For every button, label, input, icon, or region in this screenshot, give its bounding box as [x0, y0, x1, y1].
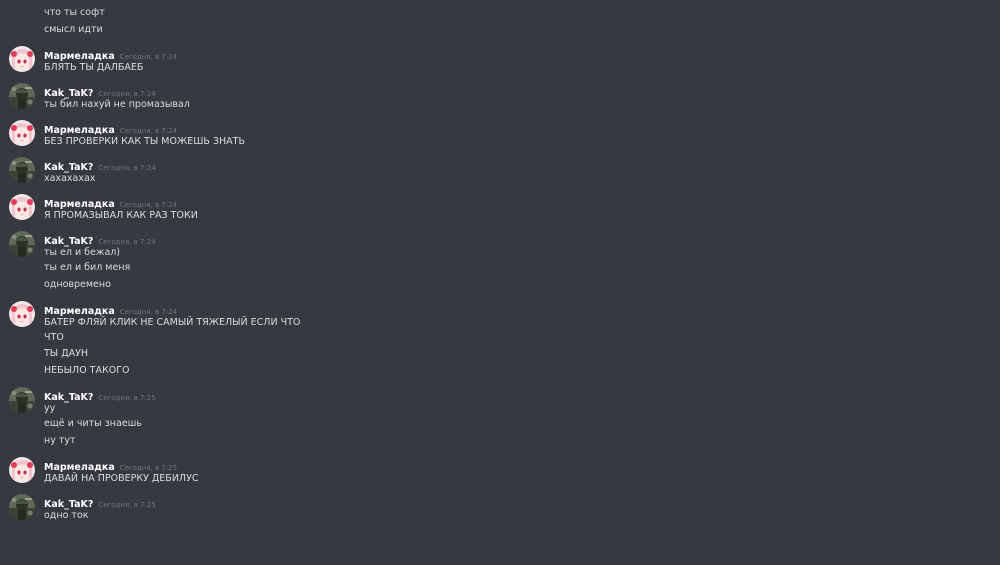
message-timestamp: Сегодня, в 7:24 [119, 53, 178, 62]
message-text: одно ток [44, 510, 89, 522]
anime-girl-avatar[interactable] [9, 194, 35, 221]
message-header: Мармеладка Сегодня, в 7:24 [44, 194, 1000, 210]
message-header: Kak_TaK? Сегодня, в 7:24 [44, 83, 1000, 99]
message-text: БЛЯТЬ ТЫ ДАЛБАЕБ [44, 62, 144, 74]
message-text: смысл идти [44, 23, 103, 35]
message-text: ты ел и бежал) [44, 247, 121, 259]
soldier-avatar[interactable] [9, 387, 35, 414]
message-text: одновремено [44, 278, 111, 290]
message-timestamp: Сегодня, в 7:24 [98, 238, 156, 247]
message-group: я знаючто ты софтсмысл идти [0, 0, 1000, 38]
message-timestamp: Сегодня, в 7:25 [119, 464, 178, 473]
message-header: Мармеладка Сегодня, в 7:24 [44, 301, 1000, 317]
message-text: хахахахах [44, 173, 96, 185]
soldier-avatar[interactable] [9, 157, 35, 184]
message-text: ЧТО [44, 332, 64, 344]
message-text: ДАВАЙ НА ПРОВЕРКУ ДЕБИЛУС [44, 473, 199, 485]
message-group: Мармеладка Сегодня, в 7:25 ДАВАЙ НА ПРОВЕР… [0, 457, 1000, 486]
message-group: Kak_TaK? Сегодня, в 7:24 хахахахах [0, 157, 1000, 186]
message-timestamp: Сегодня, в 7:25 [98, 394, 156, 403]
message-header: Kak_TaK? Сегодня, в 7:24 [44, 231, 1000, 247]
message-timestamp: Сегодня, в 7:24 [119, 127, 178, 136]
message-text: уу [44, 403, 56, 415]
message-text: БАТЕР ФЛЯЙ КЛИК НЕ САМЫЙ ТЯЖЕЛЫЙ ЕСЛИ ЧТ… [44, 317, 301, 329]
anime-girl-avatar[interactable] [9, 301, 35, 328]
message-text: Я ПРОМАЗЫВАЛ КАК РАЗ ТОКИ [44, 210, 198, 222]
message-header: Kak_TaK? Сегодня, в 7:24 [44, 157, 1000, 173]
chat-scroll-content: я знаючто ты софтсмысл идтиМармеладкаСег… [0, 0, 1000, 523]
message-header: Kak_TaK? Сегодня, в 7:25 [44, 494, 1000, 510]
message-text: ТЫ ДАУН [44, 348, 89, 360]
message-timestamp: Сегодня, в 7:24 [119, 308, 178, 317]
message-timestamp: Сегодня, в 7:24 [98, 90, 156, 99]
anime-girl-avatar[interactable] [9, 46, 35, 73]
message-group: Kak_TaK? Сегодня, в 7:25 уу ещё и читы знае… [0, 387, 1000, 449]
message-text: что ты софт [44, 7, 105, 19]
message-timestamp: Сегодня, в 7:24 [98, 164, 156, 173]
anime-girl-avatar[interactable] [9, 120, 35, 147]
message-group: Мармеладка Сегодня, в 7:24 Я ПРОМАЗЫВАЛ КА… [0, 194, 1000, 223]
soldier-avatar[interactable] [9, 494, 35, 521]
message-timestamp: Сегодня, в 7:24 [119, 201, 178, 210]
message-group: Мармеладка Сегодня, в 7:24 БЕЗ ПРОВЕРКИ КА… [0, 120, 1000, 149]
message-text: ещё и читы знаешь [44, 418, 142, 430]
message-text: НЕБЫЛО ТАКОГО [44, 364, 130, 376]
message-header: Мармеладка Сегодня, в 7:24 [44, 46, 1000, 62]
message-text: БЕЗ ПРОВЕРКИ КАК ТЫ МОЖЕШЬ ЗНАТЬ [44, 136, 245, 148]
message-header: Мармеладка Сегодня, в 7:25 [44, 457, 1000, 473]
soldier-avatar[interactable] [9, 231, 35, 258]
message-text: ну тут [44, 434, 76, 446]
message-group: Мармеладка Сегодня, в 7:24 БАТЕР ФЛЯЙ КЛИК… [0, 301, 1000, 379]
message-header: Мармеладка Сегодня, в 7:24 [44, 120, 1000, 136]
soldier-avatar[interactable] [9, 83, 35, 110]
message-group: Kak_TaK? Сегодня, в 7:24 ты ел и бежал) ты … [0, 231, 1000, 293]
anime-girl-avatar[interactable] [9, 457, 35, 484]
message-text: ты ел и бил меня [44, 262, 131, 274]
message-group: Kak_TaK? Сегодня, в 7:25 одно ток [0, 494, 1000, 523]
message-text: ты бил нахуй не промазывал [44, 99, 190, 111]
message-group: Мармеладка Сегодня, в 7:24 БЛЯТЬ ТЫ ДАЛБАЕ… [0, 46, 1000, 75]
message-header: Kak_TaK? Сегодня, в 7:25 [44, 387, 1000, 403]
message-timestamp: Сегодня, в 7:25 [98, 501, 156, 510]
message-group: Kak_TaK? Сегодня, в 7:24 ты бил нахуй не п… [0, 83, 1000, 112]
chat-message-list[interactable]: я знаючто ты софтсмысл идтиМармеладкаСег… [0, 0, 1000, 565]
